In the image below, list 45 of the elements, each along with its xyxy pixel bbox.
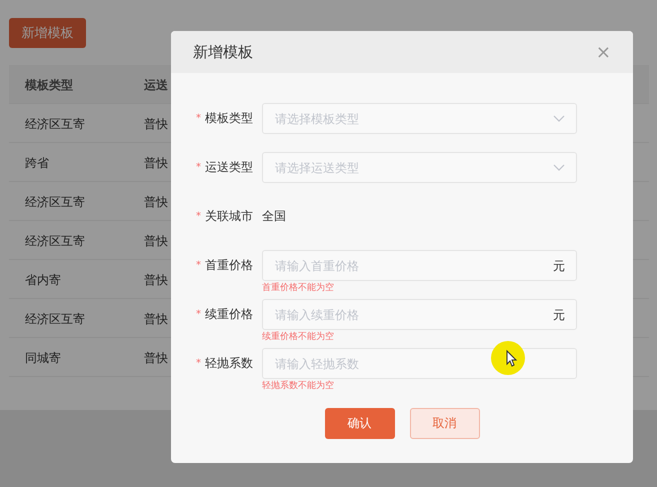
required-mark: * <box>196 260 201 271</box>
column-header: 运送 <box>144 78 168 92</box>
table-cell: 普快 <box>144 312 168 326</box>
field-label: 模板类型 <box>205 110 253 127</box>
column-header: 模板类型 <box>25 78 73 92</box>
required-mark: * <box>196 211 201 222</box>
close-button[interactable]: × <box>596 42 611 62</box>
error-message: 轻抛系数不能为空 <box>262 380 334 393</box>
table-cell: 跨省 <box>25 156 49 170</box>
error-message: 首重价格不能为空 <box>262 282 334 295</box>
field-label: 关联城市 <box>205 208 253 225</box>
cancel-button[interactable]: 取消 <box>410 408 480 439</box>
table-cell: 省内寄 <box>25 273 61 287</box>
table-cell: 普快 <box>144 117 168 131</box>
required-mark: * <box>196 358 201 369</box>
required-mark: * <box>196 162 201 173</box>
unit-label: 元 <box>553 307 565 324</box>
chevron-down-icon <box>553 115 565 122</box>
table-cell: 同城寄 <box>25 351 61 365</box>
error-message: 续重价格不能为空 <box>262 330 334 344</box>
field-label: 轻抛系数 <box>205 355 253 372</box>
required-mark: * <box>196 309 201 320</box>
input-field[interactable]: 请输入轻抛系数 <box>262 348 577 379</box>
field-label: 运送类型 <box>205 159 253 176</box>
table-cell: 普快 <box>144 273 168 287</box>
dialog-title: 新增模板 <box>193 42 253 62</box>
chevron-down-icon <box>553 164 565 171</box>
table-cell: 普快 <box>144 351 168 365</box>
field-label: 续重价格 <box>205 306 253 323</box>
add-template-button[interactable]: 新增模板 <box>9 18 86 48</box>
select-field[interactable]: 请选择运送类型 <box>262 152 577 183</box>
table-cell: 普快 <box>144 156 168 170</box>
table-cell: 普快 <box>144 234 168 248</box>
select-field[interactable]: 请选择模板类型 <box>262 103 577 134</box>
field-label: 首重价格 <box>205 257 253 274</box>
table-cell: 经济区互寄 <box>25 234 85 248</box>
table-cell: 经济区互寄 <box>25 312 85 326</box>
field-value: 全国 <box>262 208 287 225</box>
confirm-button[interactable]: 确认 <box>324 408 394 439</box>
unit-label: 元 <box>553 258 565 275</box>
table-cell: 经济区互寄 <box>25 195 85 209</box>
required-mark: * <box>196 113 201 124</box>
table-cell: 普快 <box>144 195 168 209</box>
cursor-icon <box>490 340 526 376</box>
table-cell: 经济区互寄 <box>25 117 85 131</box>
